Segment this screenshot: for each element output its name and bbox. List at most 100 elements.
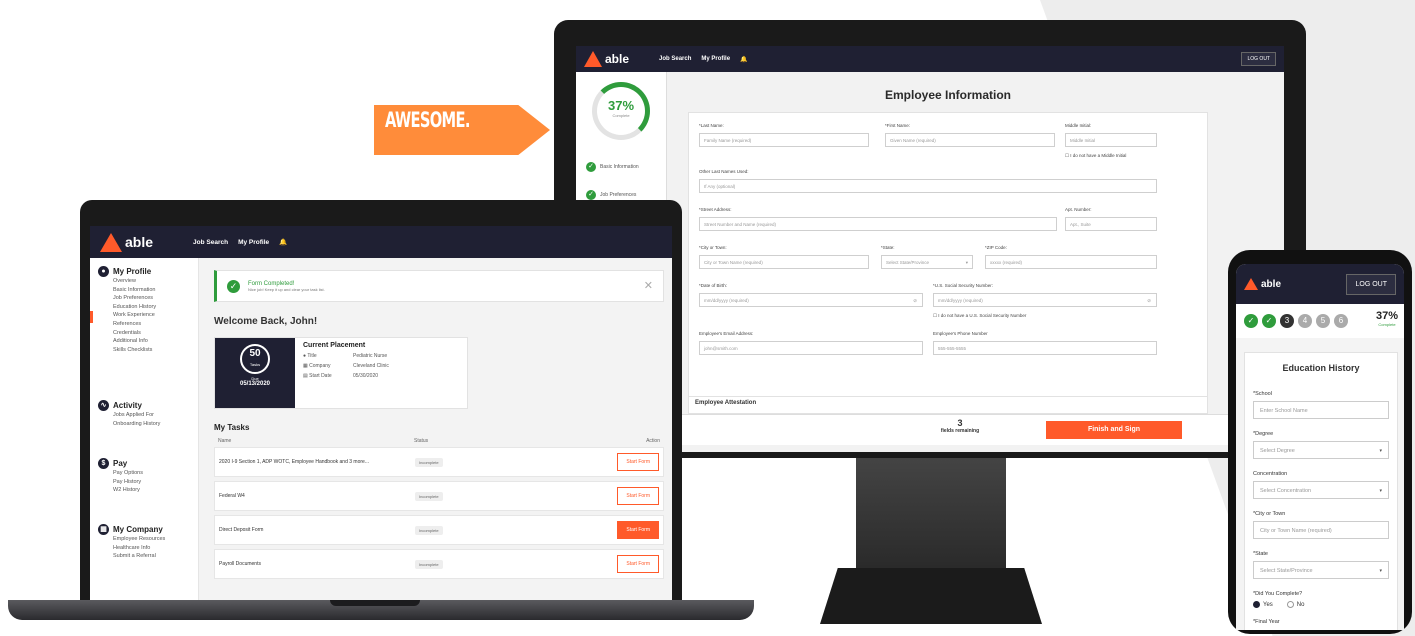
did-you-complete-radios: Yes No: [1253, 601, 1304, 608]
fields-remaining: 3 fields remaining: [920, 418, 1000, 434]
middle-initial-input[interactable]: Middle Initial: [1065, 133, 1157, 147]
logout-button[interactable]: LOG OUT: [1241, 52, 1276, 66]
able-logo[interactable]: able: [1244, 278, 1281, 290]
progress-label: Complete: [612, 113, 630, 118]
radio-no[interactable]: [1286, 601, 1294, 608]
school-input[interactable]: Enter School Name: [1253, 401, 1389, 419]
state-select-value: Select State/Province: [886, 260, 930, 265]
apt-number-input[interactable]: Apt., Suite: [1065, 217, 1157, 231]
dob-label: *Date of Birth:: [699, 283, 728, 288]
table-row: Payroll Documents Incomplete Start Form: [214, 549, 664, 579]
first-name-label: *First Name:: [885, 123, 911, 128]
sidebar-item-onboarding-history[interactable]: Onboarding History: [113, 420, 160, 429]
sidebar-item-submit-referral[interactable]: Submit a Referral: [113, 552, 165, 561]
chevron-down-icon: ▾: [1379, 448, 1382, 454]
radio-yes[interactable]: [1253, 601, 1260, 608]
sidebar-item-pay-options[interactable]: Pay Options: [113, 469, 143, 478]
tasks-summary: 50 Tasks Due 05/13/2020: [215, 338, 295, 408]
other-last-names-input[interactable]: If Any (optional): [699, 179, 1157, 193]
step-4[interactable]: 4: [1298, 314, 1312, 328]
sidebar-item-education-history[interactable]: Education History: [113, 303, 156, 312]
phone-input[interactable]: 555-555-5555: [933, 341, 1157, 355]
laptop-screen: able Job Search My Profile 🔔 ● My Profile…: [90, 226, 672, 600]
city-input[interactable]: City or Town Name (required): [699, 255, 869, 269]
sidebar-item-additional-info[interactable]: Additional Info: [113, 337, 156, 346]
sidebar-item-skills-checklists[interactable]: Skills Checklists: [113, 346, 156, 355]
step-label: Basic Information: [600, 164, 639, 170]
start-form-button[interactable]: Start Form: [617, 555, 659, 573]
section-title: My Profile: [113, 267, 152, 276]
nav-job-search[interactable]: Job Search: [659, 56, 691, 62]
step-basic-information[interactable]: ✓ Basic Information: [586, 162, 639, 172]
sidebar-item-references[interactable]: References: [113, 320, 156, 329]
callout-text: AWESOME.: [385, 108, 470, 132]
start-form-button[interactable]: Start Form: [617, 521, 659, 539]
no-ssn-text: I do not have a U.S. Social Security Num…: [938, 313, 1027, 318]
sidebar-item-credentials[interactable]: Credentials: [113, 329, 156, 338]
my-tasks-title: My Tasks: [214, 423, 250, 432]
eye-off-icon[interactable]: ⊘: [1147, 294, 1151, 308]
able-logo[interactable]: able: [584, 51, 629, 67]
profile-sidebar: ● My Profile Overview Basic Information J…: [90, 258, 199, 600]
first-name-input[interactable]: Given Name (required): [885, 133, 1055, 147]
last-name-input[interactable]: Family Name (required): [699, 133, 869, 147]
current-placement-card: 50 Tasks Due 05/13/2020 Current Placement…: [214, 337, 468, 409]
percent-label: Complete: [1378, 322, 1396, 327]
state-label: *State:: [881, 245, 895, 250]
no-middle-initial-checkbox[interactable]: ☐ I do not have a Middle Initial: [1065, 153, 1126, 159]
degree-select[interactable]: Select Degree ▾: [1253, 441, 1389, 459]
sidebar-item-w2-history[interactable]: W2 History: [113, 486, 143, 495]
street-address-input[interactable]: Street Number and Name (required): [699, 217, 1057, 231]
able-logo[interactable]: able: [100, 232, 153, 252]
person-icon: ●: [303, 353, 307, 359]
bell-icon[interactable]: 🔔: [740, 56, 747, 63]
step-2-complete[interactable]: ✓: [1262, 314, 1276, 328]
state-select[interactable]: Select State/Province ▾: [1253, 561, 1389, 579]
nav-job-search[interactable]: Job Search: [193, 239, 228, 246]
sidebar-item-overview[interactable]: Overview: [113, 277, 156, 286]
step-job-preferences[interactable]: ✓ Job Preferences: [586, 190, 636, 200]
concentration-label: Concentration: [1253, 471, 1288, 477]
col-action: Action: [646, 438, 660, 444]
concentration-select[interactable]: Select Concentration ▾: [1253, 481, 1389, 499]
start-form-button[interactable]: Start Form: [617, 453, 659, 471]
step-1-complete[interactable]: ✓: [1244, 314, 1258, 328]
dob-input[interactable]: mm/dd/yyyy (required) ⊘: [699, 293, 923, 307]
fields-remaining-count: 3: [957, 418, 963, 428]
sidebar-section-my-profile: ● My Profile Overview Basic Information J…: [98, 266, 156, 354]
finish-and-sign-button[interactable]: Finish and Sign: [1046, 421, 1182, 439]
sidebar-item-pay-history[interactable]: Pay History: [113, 478, 143, 487]
table-row: Direct Deposit Form Incomplete Start For…: [214, 515, 664, 545]
start-form-button[interactable]: Start Form: [617, 487, 659, 505]
sidebar-item-work-experience[interactable]: Work Experience: [113, 311, 156, 320]
sidebar-item-healthcare-info[interactable]: Healthcare Info: [113, 544, 165, 553]
step-6[interactable]: 6: [1334, 314, 1348, 328]
monitor-base: [820, 568, 1042, 624]
nav-my-profile[interactable]: My Profile: [238, 239, 269, 246]
sidebar-item-job-preferences[interactable]: Job Preferences: [113, 294, 156, 303]
eye-off-icon[interactable]: ⊘: [913, 294, 917, 308]
close-icon[interactable]: ✕: [644, 279, 653, 292]
active-indicator: [90, 311, 93, 323]
employee-attestation-section[interactable]: Employee Attestation: [688, 396, 1208, 414]
due-date: Due 05/13/2020: [215, 376, 295, 387]
state-select[interactable]: Select State/Province ▾: [881, 255, 973, 269]
step-3-current[interactable]: 3: [1280, 314, 1294, 328]
ssn-input[interactable]: mm/dd/yyyy (required) ⊘: [933, 293, 1157, 307]
status-badge: Incomplete: [415, 525, 443, 535]
logout-button[interactable]: LOG OUT: [1346, 273, 1396, 295]
email-input[interactable]: john@smith.com: [699, 341, 923, 355]
nav-my-profile[interactable]: My Profile: [701, 56, 730, 62]
sidebar-item-basic-information[interactable]: Basic Information: [113, 286, 156, 295]
sidebar-item-jobs-applied-for[interactable]: Jobs Applied For: [113, 411, 160, 420]
sidebar-item-employee-resources[interactable]: Employee Resources: [113, 535, 165, 544]
row-key: Company: [309, 363, 331, 369]
bell-icon[interactable]: 🔔: [279, 238, 287, 246]
final-year-label: *Final Year: [1253, 619, 1280, 625]
step-5[interactable]: 5: [1316, 314, 1330, 328]
calendar-icon: ▤: [303, 373, 308, 379]
zip-input[interactable]: xxxxx (required): [985, 255, 1157, 269]
no-ssn-checkbox[interactable]: ☐ I do not have a U.S. Social Security N…: [933, 313, 1026, 319]
city-input[interactable]: City or Town Name (required): [1253, 521, 1389, 539]
dashboard-main: ✓ Form Completed! Nice job! Keep it up a…: [214, 270, 664, 583]
